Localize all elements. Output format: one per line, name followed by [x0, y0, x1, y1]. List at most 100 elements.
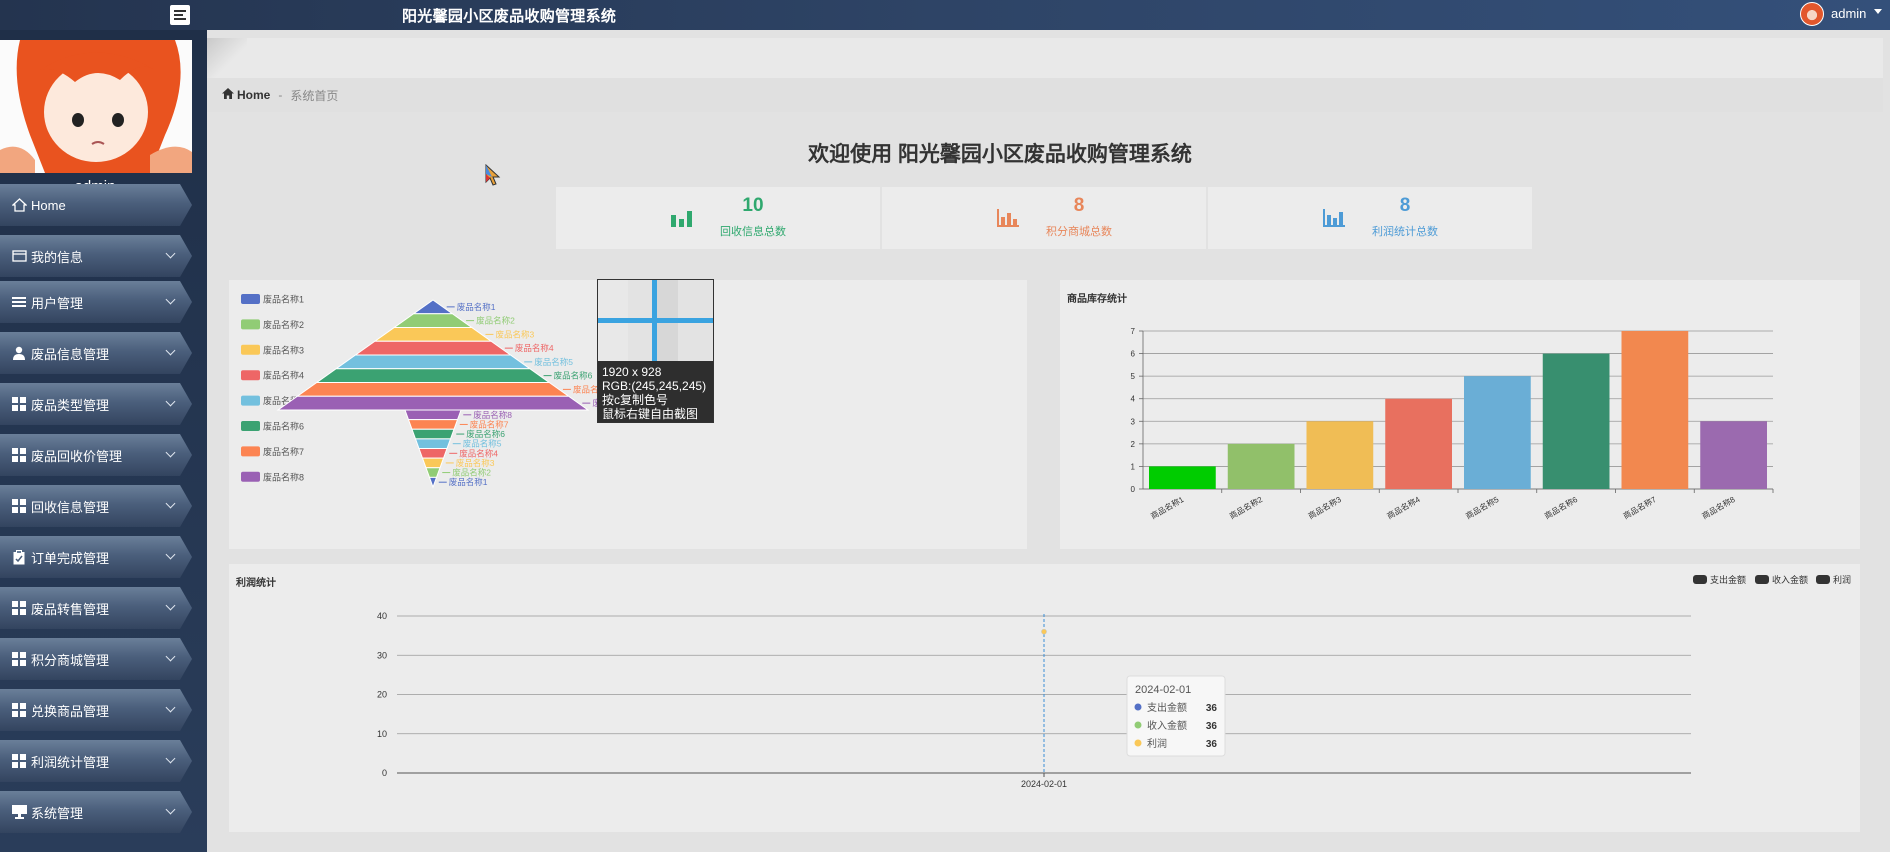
sidebar-item-2[interactable]: 我的信息: [0, 235, 192, 277]
legend-swatch: [241, 395, 260, 406]
caret-down-icon[interactable]: [1874, 9, 1882, 14]
sidebar-item-label: 废品类型管理: [31, 397, 110, 413]
chevron-down-icon: [165, 804, 176, 815]
grid-icon: [11, 651, 27, 667]
funnel-label: 废品名称7: [470, 419, 509, 429]
header-decoration: [207, 38, 247, 78]
sidebar: admin Home我的信息用户管理废品信息管理废品类型管理废品回收价管理回收信…: [0, 30, 207, 852]
legend-swatch: [241, 344, 260, 355]
funnel-segment: [418, 448, 448, 459]
home-icon: [11, 197, 27, 213]
legend-swatch: [1755, 575, 1769, 584]
breadcrumb-home-link[interactable]: Home: [237, 88, 270, 102]
picker-rgb: RGB:(245,245,245): [602, 379, 707, 393]
x-tick-label: 商品名称4: [1385, 494, 1422, 521]
y-tick-label: 3: [1131, 417, 1136, 426]
funnel-segment: [425, 467, 441, 478]
breadcrumb-separator: -: [278, 88, 283, 102]
legend-swatch: [241, 319, 260, 330]
bar: [1149, 466, 1216, 489]
app-title: 阳光馨园小区废品收购管理系统: [402, 8, 617, 25]
chevron-down-icon: [165, 498, 176, 509]
sidebar-item-label: 回收信息管理: [31, 499, 110, 515]
mouse-cursor-icon: [485, 164, 501, 186]
legend-label: 废品名称6: [263, 421, 304, 432]
grid-icon: [11, 702, 27, 718]
sidebar-item-6[interactable]: 废品回收价管理: [0, 434, 192, 476]
y-tick-label: 4: [1131, 395, 1136, 404]
desktop-icon: [11, 804, 27, 820]
tooltip-series-name: 利润: [1147, 737, 1167, 750]
chevron-down-icon: [165, 447, 176, 458]
funnel-segment: [404, 409, 462, 421]
legend-swatch: [1693, 575, 1707, 584]
sidebar-item-8[interactable]: 订单完成管理: [0, 536, 192, 578]
sidebar-item-label: 我的信息: [31, 249, 84, 265]
funnel-segment: [315, 368, 551, 383]
tooltip-series-name: 支出金额: [1147, 701, 1187, 714]
y-tick-label: 40: [377, 611, 387, 621]
color-picker-overlay: 1920 x 928 RGB:(245,245,245) 按c复制色号 鼠标右键…: [597, 279, 714, 423]
sidebar-item-label: 系统管理: [31, 805, 84, 821]
sidebar-item-label: 废品回收价管理: [31, 448, 123, 464]
sidebar-item-label: 废品信息管理: [31, 346, 110, 362]
chevron-down-icon: [165, 294, 176, 305]
sidebar-item-13[interactable]: 系统管理: [0, 791, 192, 833]
x-tick-label: 商品名称7: [1621, 494, 1658, 521]
bar: [1385, 398, 1452, 489]
sidebar-item-label: 兑换商品管理: [31, 703, 110, 719]
sidebar-item-1[interactable]: Home: [0, 184, 192, 226]
top-username[interactable]: admin: [1831, 6, 1866, 21]
legend-label: 收入金额: [1772, 574, 1808, 585]
tooltip-marker: [1134, 703, 1142, 711]
bar: [1227, 443, 1295, 489]
funnel-label: 废品名称8: [473, 410, 512, 420]
user-icon: [11, 345, 27, 361]
funnel-segment: [295, 382, 571, 397]
y-tick-label: 30: [377, 650, 387, 660]
stat-card-recycle: 10 回收信息总数: [556, 187, 880, 249]
chevron-down-icon: [165, 651, 176, 662]
legend-label: 废品名称3: [263, 344, 304, 355]
data-point: [1041, 628, 1047, 635]
home-icon: [222, 88, 234, 102]
tooltip-value: 36: [1206, 721, 1218, 732]
list-icon: [11, 294, 27, 310]
x-tick-label: 商品名称5: [1464, 494, 1501, 521]
funnel-label: 废品名称4: [459, 448, 498, 458]
y-tick-label: 20: [377, 690, 387, 700]
tooltip-value: 36: [1206, 703, 1218, 714]
legend-label: 废品名称1: [263, 294, 304, 305]
legend-swatch: [241, 446, 260, 457]
user-avatar[interactable]: [1800, 2, 1824, 26]
grid-icon: [11, 753, 27, 769]
bar: [1700, 421, 1767, 489]
sidebar-item-4[interactable]: 废品信息管理: [0, 332, 192, 374]
sidebar-item-label: Home: [31, 197, 66, 213]
funnel-segment: [407, 419, 459, 430]
funnel-label: 废品名称1: [457, 302, 496, 312]
x-tick-label: 商品名称2: [1228, 494, 1265, 521]
top-bar: 阳光馨园小区废品收购管理系统 admin: [0, 0, 1890, 30]
sidebar-item-label: 订单完成管理: [31, 550, 110, 566]
sidebar-item-10[interactable]: 积分商城管理: [0, 638, 192, 680]
header-band: [207, 38, 1883, 78]
menu-toggle-icon[interactable]: [170, 5, 190, 25]
legend-swatch: [241, 294, 260, 304]
stat-label: 回收信息总数: [720, 226, 786, 238]
sidebar-item-12[interactable]: 利润统计管理: [0, 740, 192, 782]
sidebar-item-label: 用户管理: [31, 295, 84, 311]
picker-magnifier: [598, 280, 713, 361]
picker-hint-screenshot: 鼠标右键自由截图: [602, 407, 699, 421]
y-tick-label: 1: [1131, 462, 1136, 471]
sidebar-item-7[interactable]: 回收信息管理: [0, 485, 192, 527]
sidebar-item-3[interactable]: 用户管理: [0, 281, 192, 323]
x-tick-label: 2024-02-01: [1021, 779, 1067, 789]
funnel-label: 废品名称4: [515, 343, 554, 353]
sidebar-item-5[interactable]: 废品类型管理: [0, 383, 192, 425]
sidebar-item-11[interactable]: 兑换商品管理: [0, 689, 192, 731]
sidebar-item-9[interactable]: 废品转售管理: [0, 587, 192, 629]
funnel-label: 废品名称5: [463, 439, 502, 449]
line-chart-title: 利润统计: [236, 578, 276, 589]
tooltip-title: 2024-02-01: [1135, 684, 1191, 696]
